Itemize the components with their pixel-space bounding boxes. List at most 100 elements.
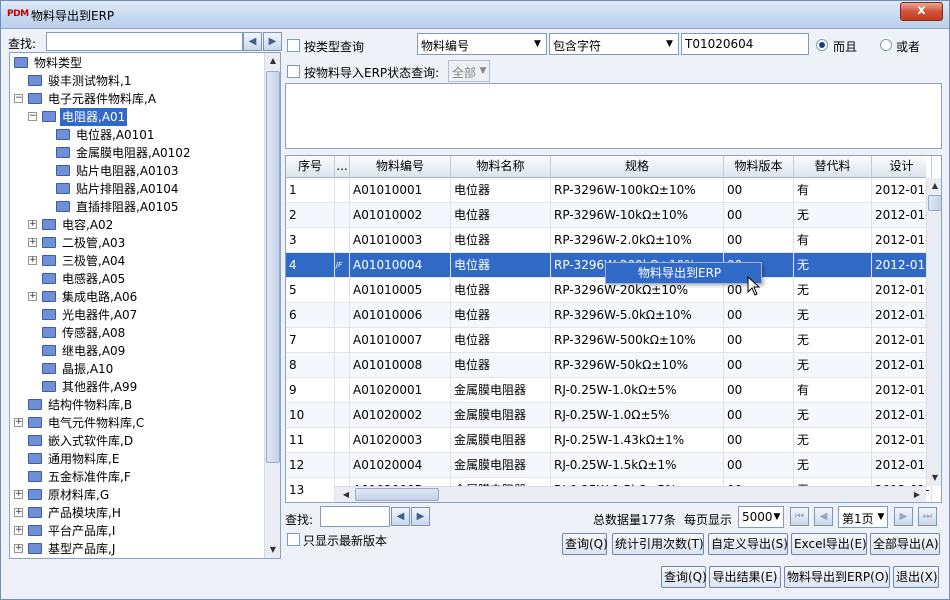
- last-page-button[interactable]: ⏭: [918, 507, 937, 526]
- tree-node[interactable]: 五金标准件库,F: [10, 468, 262, 486]
- table-row[interactable]: 1 A01010001 电位器 RP-3296W-100kΩ±10% 00 有 2012-0…: [286, 178, 932, 203]
- col-header-design[interactable]: 设计: [872, 156, 932, 178]
- title-bar[interactable]: PDM 物料导出到ERP x: [1, 1, 949, 29]
- tree-node[interactable]: + 集成电路,A06: [10, 288, 262, 306]
- query-value-input[interactable]: T01020604: [681, 33, 809, 55]
- field-select[interactable]: 物料编号 ▼: [417, 33, 547, 55]
- export-to-erp-button[interactable]: 物料导出到ERP(O): [784, 566, 890, 588]
- table-row[interactable]: 2 A01010002 电位器 RP-3296W-10kΩ±10% 00 无 2012-01…: [286, 203, 932, 228]
- tree-search-next-button[interactable]: ▶: [263, 32, 282, 51]
- expand-plus-icon[interactable]: +: [14, 418, 23, 427]
- col-header-substitute[interactable]: 替代料: [794, 156, 872, 178]
- tree-node[interactable]: 直插排阻器,A0105: [10, 198, 262, 216]
- exit-button[interactable]: 退出(X): [893, 566, 939, 588]
- tree-node[interactable]: 贴片电阻器,A0103: [10, 162, 262, 180]
- table-row[interactable]: 3 A01010003 电位器 RP-3296W-2.0kΩ±10% 00 有 2012-0…: [286, 228, 932, 253]
- query-memo-box[interactable]: [285, 83, 942, 149]
- tree-node[interactable]: 晶振,A10: [10, 360, 262, 378]
- export-result-button[interactable]: 导出结果(E): [709, 566, 781, 588]
- tree-node[interactable]: + 电气元件物料库,C: [10, 414, 262, 432]
- tree-node[interactable]: − 电子元器件物料库,A: [10, 90, 262, 108]
- table-row[interactable]: 7 A01010007 电位器 RP-3296W-500kΩ±10% 00 无 2012-0…: [286, 328, 932, 353]
- grid-horizontal-scrollbar[interactable]: ◀ ▶: [335, 486, 926, 502]
- expand-plus-icon[interactable]: +: [14, 508, 23, 517]
- prev-page-button[interactable]: ◀: [814, 507, 833, 526]
- stats-button[interactable]: 统计引用次数(T): [612, 533, 704, 555]
- tree-node[interactable]: 光电器件,A07: [10, 306, 262, 324]
- grid-scroll-thumb[interactable]: [928, 195, 941, 211]
- col-header-name[interactable]: 物料名称: [451, 156, 551, 178]
- expand-plus-icon[interactable]: +: [28, 256, 37, 265]
- erp-status-select[interactable]: 全部 ▼: [448, 60, 490, 82]
- grid-search-input[interactable]: [320, 506, 390, 527]
- radio-and[interactable]: [816, 39, 828, 51]
- grid-vertical-scrollbar[interactable]: ▲ ▼: [926, 178, 941, 486]
- collapse-minus-icon[interactable]: −: [14, 94, 23, 103]
- tree-scroll-thumb[interactable]: [266, 71, 280, 463]
- erp-status-checkbox[interactable]: [287, 65, 300, 78]
- tree-node[interactable]: 金属膜电阻器,A0102: [10, 144, 262, 162]
- col-header-version[interactable]: 物料版本: [724, 156, 794, 178]
- tree-node[interactable]: + 平台产品库,I: [10, 522, 262, 540]
- col-header-no[interactable]: 序号: [286, 156, 335, 178]
- tree-node[interactable]: + 产品模块库,H: [10, 504, 262, 522]
- grid-search-next-button[interactable]: ▶: [411, 507, 430, 526]
- export-all-button[interactable]: 全部导出(A): [870, 533, 940, 555]
- collapse-minus-icon[interactable]: −: [28, 112, 37, 121]
- tree-node[interactable]: + 二极管,A03: [10, 234, 262, 252]
- col-header-spec[interactable]: 规格: [551, 156, 724, 178]
- tree-node[interactable]: + 原材料库,G: [10, 486, 262, 504]
- col-header-flag[interactable]: ...: [335, 156, 350, 178]
- tree-node[interactable]: 结构件物料库,B: [10, 396, 262, 414]
- query-button[interactable]: 查询(Q): [562, 533, 608, 555]
- tree-node[interactable]: 其他器件,A99: [10, 378, 262, 396]
- page-select[interactable]: 第1页 ▼: [838, 506, 888, 528]
- expand-plus-icon[interactable]: +: [28, 292, 37, 301]
- type-query-checkbox[interactable]: [287, 39, 300, 52]
- latest-version-checkbox[interactable]: [287, 533, 300, 546]
- tree-node[interactable]: − 电阻器,A01: [10, 108, 262, 126]
- expand-plus-icon[interactable]: +: [28, 220, 37, 229]
- query-button-2[interactable]: 查询(Q): [661, 566, 707, 588]
- next-page-button[interactable]: ▶: [894, 507, 913, 526]
- scroll-right-icon[interactable]: ▶: [909, 487, 925, 502]
- per-page-select[interactable]: 5000 ▼: [738, 506, 784, 528]
- tree-search-input[interactable]: [46, 32, 243, 51]
- tree-node[interactable]: 骏丰测试物料,1: [10, 72, 262, 90]
- tree-node[interactable]: 嵌入式软件库,D: [10, 432, 262, 450]
- expand-plus-icon[interactable]: +: [14, 544, 23, 553]
- scroll-left-icon[interactable]: ◀: [338, 487, 354, 502]
- table-row[interactable]: 12 A01020004 金属膜电阻器 RJ-0.25W-1.5kΩ±1% 00 无 201…: [286, 453, 932, 478]
- tree-vertical-scrollbar[interactable]: ▲ ▼: [264, 53, 280, 558]
- expand-plus-icon[interactable]: +: [14, 526, 23, 535]
- expand-plus-icon[interactable]: +: [14, 490, 23, 499]
- grid-search-prev-button[interactable]: ◀: [391, 507, 410, 526]
- table-row[interactable]: 6 A01010006 电位器 RP-3296W-5.0kΩ±10% 00 无 2012-0…: [286, 303, 932, 328]
- tree-node[interactable]: + 三极管,A04: [10, 252, 262, 270]
- tree-node[interactable]: + 电容,A02: [10, 216, 262, 234]
- context-menu-export-erp[interactable]: 物料导出到ERP: [605, 262, 762, 284]
- radio-or[interactable]: [880, 39, 892, 51]
- grid-hscroll-thumb[interactable]: [355, 488, 439, 501]
- close-button[interactable]: x: [900, 2, 943, 21]
- scroll-down-icon[interactable]: ▼: [265, 542, 280, 558]
- table-row[interactable]: 9 A01020001 金属膜电阻器 RJ-0.25W-1.0kΩ±5% 00 有 2012…: [286, 378, 932, 403]
- table-row[interactable]: 8 A01010008 电位器 RP-3296W-50kΩ±10% 00 无 2012-01…: [286, 353, 932, 378]
- scroll-up-icon[interactable]: ▲: [265, 53, 280, 69]
- tree-node[interactable]: 物料类型: [10, 54, 262, 72]
- tree-search-prev-button[interactable]: ◀: [243, 32, 262, 51]
- tree-node[interactable]: 继电器,A09: [10, 342, 262, 360]
- tree-node[interactable]: 电感器,A05: [10, 270, 262, 288]
- col-header-code[interactable]: 物料编号: [350, 156, 451, 178]
- tree-node[interactable]: 传感器,A08: [10, 324, 262, 342]
- tree-node[interactable]: 电位器,A0101: [10, 126, 262, 144]
- first-page-button[interactable]: ⏮: [790, 507, 809, 526]
- scroll-up-icon[interactable]: ▲: [927, 178, 941, 194]
- table-row[interactable]: 10 A01020002 金属膜电阻器 RJ-0.25W-1.0Ω±5% 00 无 2012…: [286, 403, 932, 428]
- excel-export-button[interactable]: Excel导出(E): [791, 533, 867, 555]
- scroll-down-icon[interactable]: ▼: [927, 470, 941, 486]
- operator-select[interactable]: 包含字符 ▼: [549, 33, 679, 55]
- table-row[interactable]: 11 A01020003 金属膜电阻器 RJ-0.25W-1.43kΩ±1% 00 无 20…: [286, 428, 932, 453]
- tree-node[interactable]: 贴片排阻器,A0104: [10, 180, 262, 198]
- expand-plus-icon[interactable]: +: [28, 238, 37, 247]
